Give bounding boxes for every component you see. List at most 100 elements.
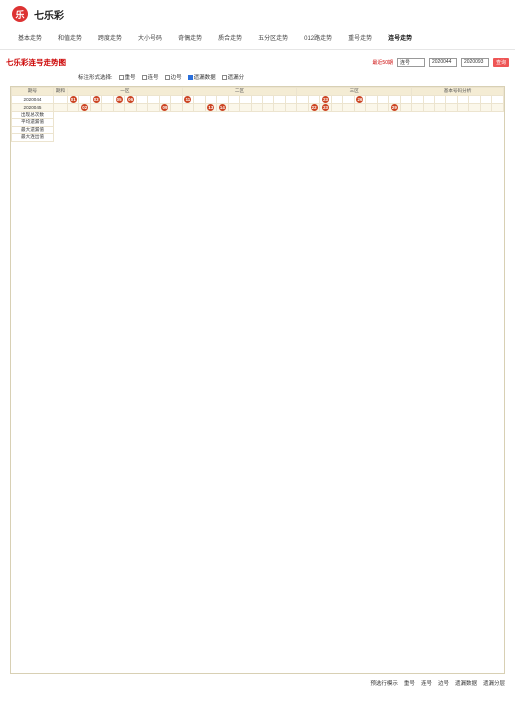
lottery-logo-icon: 乐 bbox=[12, 6, 28, 22]
nav-item[interactable]: 奇偶走势 bbox=[170, 28, 210, 50]
checkbox-icon[interactable] bbox=[221, 75, 227, 81]
nav-item[interactable]: 大小号码 bbox=[130, 28, 170, 50]
hit-ball: 23 bbox=[322, 104, 330, 110]
nav-item[interactable]: 跨度走势 bbox=[90, 28, 130, 50]
number-cell bbox=[376, 94, 390, 104]
number-cell bbox=[124, 102, 137, 112]
option-连号[interactable]: 连号 bbox=[141, 73, 159, 81]
from-period-input[interactable]: 2020044 bbox=[428, 57, 457, 67]
hit-ball: 05 bbox=[115, 96, 123, 102]
header-zone: 二区 bbox=[181, 87, 298, 96]
nav-item[interactable]: 和值走势 bbox=[50, 28, 90, 50]
legend-item: 重号 bbox=[403, 681, 415, 687]
recent-50-link[interactable]: 最近50期 bbox=[372, 59, 393, 66]
number-cell bbox=[66, 102, 80, 112]
number-cell bbox=[193, 102, 206, 112]
header-period: 期号 bbox=[11, 87, 54, 96]
trend-table: 期号 期和 一区 二区 三区 基本号码分析 2020044 01 03 05 06 11 23 26 20… bbox=[11, 87, 504, 142]
option-遗漏数据[interactable]: 遗漏数据 bbox=[187, 73, 216, 81]
nav-item[interactable]: 质合走势 bbox=[210, 28, 250, 50]
number-cell bbox=[170, 102, 183, 112]
number-cell bbox=[296, 102, 309, 112]
number-cell bbox=[307, 94, 321, 104]
table-header: 期号 期和 一区 二区 三区 基本号码分析 bbox=[11, 87, 504, 96]
checkbox-icon[interactable] bbox=[187, 75, 193, 81]
nav-item[interactable]: 012路走势 bbox=[296, 28, 340, 50]
number-cell bbox=[158, 94, 172, 104]
footer-row: 最大连出值 bbox=[11, 133, 504, 142]
stat-cell bbox=[491, 102, 504, 112]
footer-label: 出现总次数 bbox=[11, 110, 54, 119]
stat-cell bbox=[491, 94, 504, 104]
stat-cell bbox=[422, 94, 436, 104]
hit-ball: 23 bbox=[322, 96, 330, 102]
number-cell: 06 bbox=[124, 94, 137, 104]
query-button[interactable]: 查询 bbox=[492, 57, 509, 67]
hit-ball: 06 bbox=[127, 96, 135, 102]
header-zone: 一区 bbox=[67, 87, 183, 96]
number-cell bbox=[376, 102, 390, 112]
number-cell bbox=[342, 94, 355, 104]
footer-row: 平均遗漏值 bbox=[11, 118, 504, 127]
table-body: 2020044 01 03 05 06 11 23 26 2020045 02 09 13 14 22 23… bbox=[11, 94, 504, 142]
number-cell bbox=[399, 102, 413, 112]
number-cell bbox=[239, 94, 252, 104]
nav-item[interactable]: 五分区走势 bbox=[250, 28, 296, 50]
stat-cell bbox=[468, 94, 481, 104]
number-cell: 13 bbox=[204, 102, 218, 112]
row-sum bbox=[53, 102, 68, 112]
number-cell: 23 bbox=[319, 94, 332, 104]
number-cell bbox=[239, 102, 252, 112]
stat-cell bbox=[456, 94, 470, 104]
options-label: 标注形式选择: bbox=[78, 75, 113, 81]
nav-item[interactable]: 基本走势 bbox=[10, 28, 50, 50]
to-period-input[interactable]: 2020093 bbox=[460, 57, 489, 67]
lottery-type-select[interactable]: 连号 bbox=[396, 57, 425, 67]
number-cell bbox=[261, 102, 275, 112]
number-cell bbox=[296, 94, 309, 104]
option-遗漏分[interactable]: 遗漏分 bbox=[221, 73, 244, 81]
number-cell bbox=[193, 94, 206, 104]
app-title: 七乐彩 bbox=[34, 10, 64, 22]
checkbox-icon[interactable] bbox=[141, 75, 147, 81]
header-zone: 三区 bbox=[296, 87, 413, 96]
nav-item[interactable]: 重号走势 bbox=[340, 28, 380, 50]
number-cell bbox=[181, 102, 195, 112]
option-边号[interactable]: 边号 bbox=[164, 73, 182, 81]
row-period: 2020044 bbox=[11, 94, 54, 104]
number-cell bbox=[365, 94, 378, 104]
footer-row: 最大遗漏值 bbox=[11, 125, 504, 134]
number-cell bbox=[250, 102, 263, 112]
number-cell bbox=[399, 94, 413, 104]
number-cell: 14 bbox=[216, 102, 229, 112]
hit-ball: 01 bbox=[69, 96, 77, 102]
checkbox-icon[interactable] bbox=[118, 75, 124, 81]
header-stats-group: 基本号码分析 bbox=[411, 87, 504, 96]
legend-item: 连号 bbox=[420, 681, 432, 687]
trend-table-container: 期号 期和 一区 二区 三区 基本号码分析 2020044 01 03 05 06 11 23 26 20… bbox=[10, 86, 505, 674]
stat-cell bbox=[445, 94, 458, 104]
chart-toolbar: 七乐彩连号走势图 最近50期 连号 2020044 2020093 查询 bbox=[0, 54, 515, 70]
number-cell: 22 bbox=[307, 102, 321, 112]
number-cell: 02 bbox=[78, 102, 91, 112]
legend-item: 遗漏分层 bbox=[482, 681, 505, 687]
number-cell bbox=[330, 102, 344, 112]
nav-item[interactable]: 连号走势 bbox=[380, 28, 420, 50]
number-cell bbox=[284, 94, 298, 104]
number-cell bbox=[250, 94, 263, 104]
number-cell bbox=[147, 94, 160, 104]
number-cell bbox=[135, 102, 149, 112]
nav-bar: 基本走势 和值走势 跨度走势 大小号码 奇偶走势 质合走势 五分区走势 012路走势 重号走势连… bbox=[0, 28, 515, 50]
checkbox-icon[interactable] bbox=[164, 75, 170, 81]
number-cell bbox=[330, 94, 344, 104]
number-cell bbox=[216, 94, 229, 104]
option-重号[interactable]: 重号 bbox=[118, 73, 136, 81]
header-sum: 期和 bbox=[53, 87, 68, 96]
number-cell: 26 bbox=[353, 94, 367, 104]
footer-label: 最大遗漏值 bbox=[11, 125, 54, 134]
number-cell: 03 bbox=[89, 94, 103, 104]
hit-ball: 02 bbox=[81, 104, 89, 110]
number-cell bbox=[101, 102, 114, 112]
range-controls: 最近50期 连号 2020044 2020093 查询 bbox=[372, 57, 509, 67]
hit-ball: 26 bbox=[356, 96, 364, 102]
